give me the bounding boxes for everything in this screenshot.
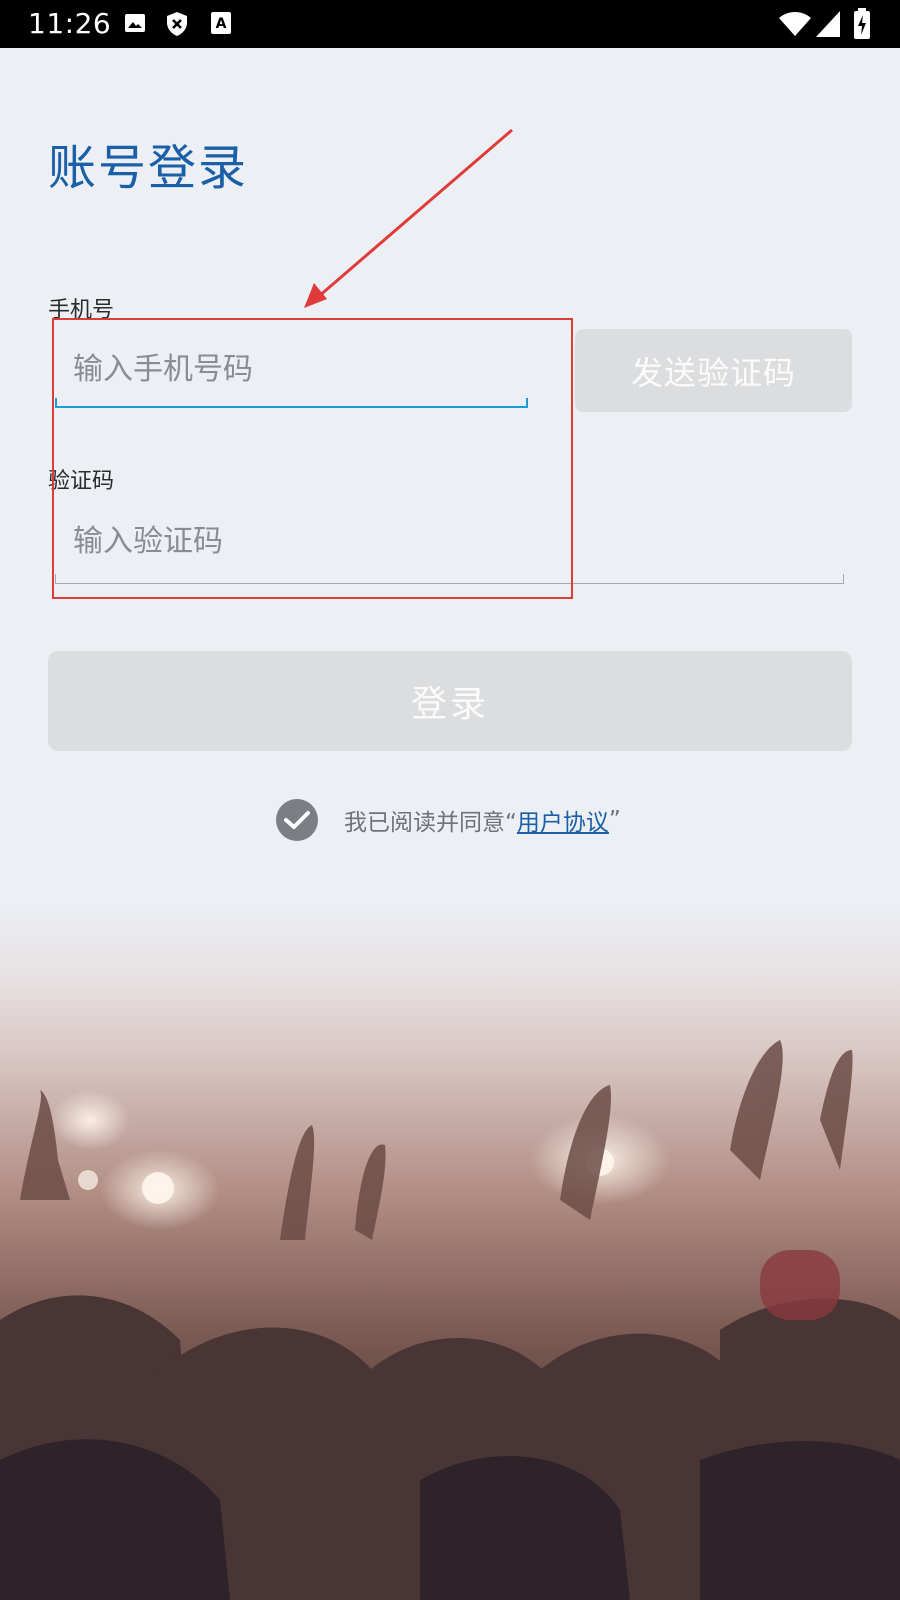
annotation-arrow-icon bbox=[304, 128, 513, 308]
